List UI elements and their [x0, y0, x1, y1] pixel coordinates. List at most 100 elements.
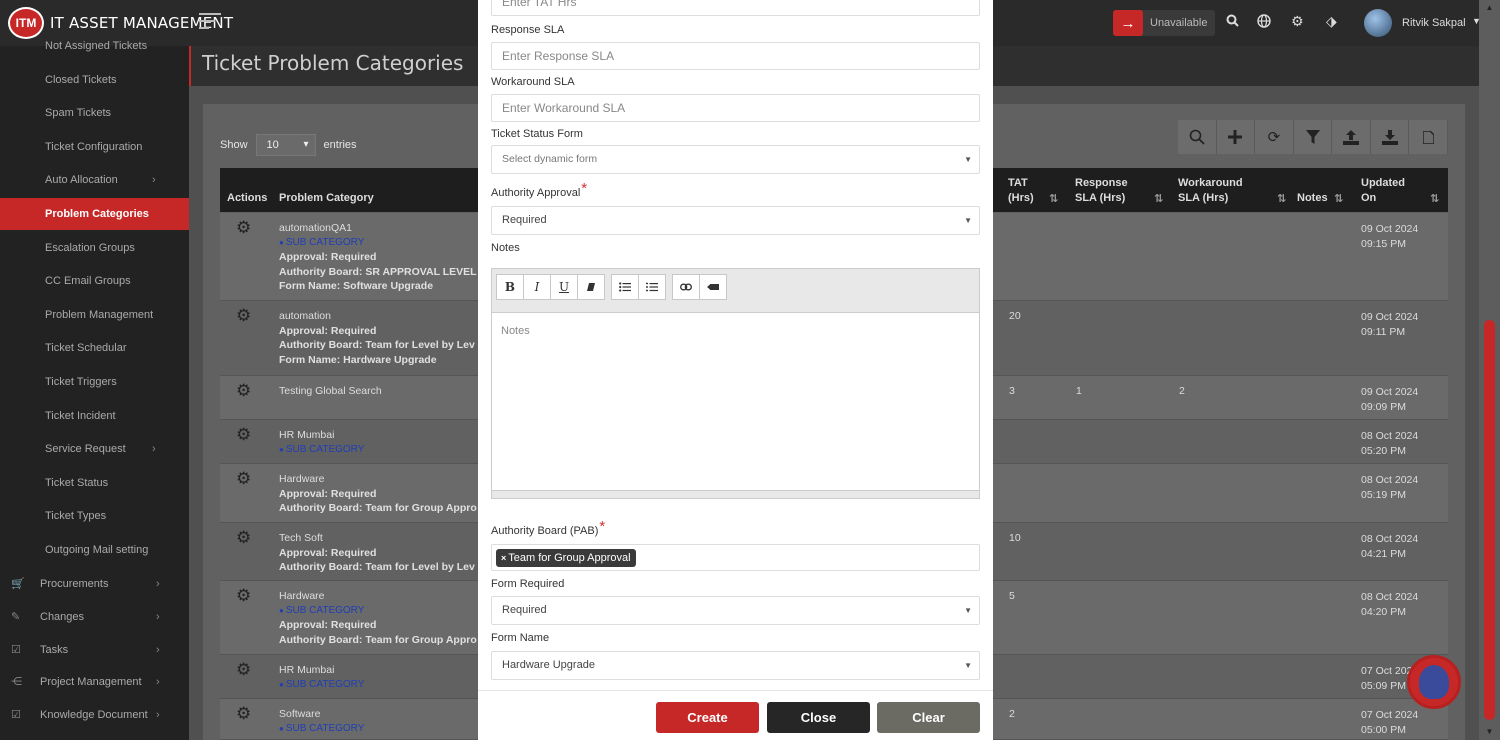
sidebar-item[interactable]: Ticket Triggers [0, 366, 189, 398]
sidebar-group[interactable]: 🛒 Procurements › [0, 568, 189, 600]
remove-tag-icon[interactable]: × [501, 553, 506, 563]
category-name[interactable]: Software [279, 707, 364, 722]
close-button[interactable]: Close [767, 702, 870, 733]
italic-button[interactable]: I [523, 274, 551, 300]
header-tat[interactable]: TAT [1008, 176, 1028, 190]
sidebar-item[interactable]: Spam Tickets [0, 97, 189, 129]
category-name[interactable]: Testing Global Search [279, 384, 382, 399]
header-updated-on[interactable]: Updated [1361, 176, 1405, 190]
sidebar-item[interactable]: Ticket Incident [0, 400, 189, 432]
search-icon[interactable] [1178, 120, 1217, 154]
sort-icon[interactable]: ⇅ [1430, 192, 1439, 205]
sidebar-group[interactable]: ⋲ Project Management › [0, 666, 189, 698]
search-icon[interactable] [1226, 14, 1239, 30]
category-name[interactable]: Tech Soft [279, 531, 475, 546]
page-scrollbar[interactable]: ▲ ▼ [1479, 0, 1500, 740]
video-icon[interactable] [699, 274, 727, 300]
bullet-list-icon[interactable] [611, 274, 639, 300]
sidebar-item[interactable]: Problem Categories [0, 198, 189, 230]
gear-icon[interactable]: ⚙ [236, 306, 251, 326]
chatbot-button[interactable] [1407, 655, 1461, 709]
editor-resize-bar[interactable] [492, 490, 979, 498]
upload-icon[interactable] [1332, 120, 1371, 154]
header-response-sla[interactable]: Response [1075, 176, 1128, 190]
sidebar-item[interactable]: Service Request › [0, 433, 189, 465]
form-required-select[interactable]: Required ▼ [491, 596, 980, 625]
numbered-list-icon[interactable] [638, 274, 666, 300]
tag-icon[interactable]: ⬗ [1326, 13, 1337, 30]
download-icon[interactable] [1370, 120, 1410, 154]
sidebar-item[interactable]: Outgoing Mail setting [0, 534, 189, 566]
authority-board-select[interactable]: × Team for Group Approval [491, 544, 980, 571]
sidebar-group[interactable]: ☑ Tasks › [0, 634, 189, 666]
sidebar-item[interactable]: Escalation Groups [0, 232, 189, 264]
document-icon[interactable] [1409, 120, 1449, 154]
sidebar-item[interactable]: Ticket Schedular [0, 332, 189, 364]
sidebar-item[interactable]: Problem Management [0, 299, 189, 331]
bold-button[interactable]: B [496, 274, 524, 300]
globe-icon[interactable] [1257, 14, 1271, 31]
problem-category-cell: automationQA1SUB CATEGORYApproval: Requi… [279, 221, 486, 294]
category-name[interactable]: automation [279, 309, 475, 324]
authority-approval-value: Required [502, 214, 547, 226]
gear-icon[interactable]: ⚙ [236, 218, 251, 238]
scroll-down-icon[interactable]: ▼ [1479, 724, 1500, 740]
eraser-icon[interactable] [577, 274, 605, 300]
header-notes[interactable]: Notes [1297, 191, 1328, 205]
sidebar-item[interactable]: Ticket Status [0, 467, 189, 499]
sidebar-item[interactable]: Ticket Configuration [0, 131, 189, 163]
authority-approval-select[interactable]: Required ▼ [491, 206, 980, 235]
create-button[interactable]: Create [656, 702, 759, 733]
underline-button[interactable]: U [550, 274, 578, 300]
category-name[interactable]: HR Mumbai [279, 428, 364, 443]
workaround-sla-input[interactable]: Enter Workaround SLA [491, 94, 980, 122]
scroll-thumb[interactable] [1484, 320, 1495, 720]
sort-icon[interactable]: ⇅ [1049, 192, 1058, 205]
filter-icon[interactable] [1293, 120, 1333, 154]
refresh-icon[interactable]: ⟳ [1255, 120, 1294, 154]
header-workaround-sla[interactable]: Workaround [1178, 176, 1243, 190]
category-name[interactable]: automationQA1 [279, 221, 486, 236]
sidebar-item[interactable]: Auto Allocation › [0, 164, 189, 196]
user-avatar[interactable] [1364, 9, 1392, 37]
category-name[interactable]: Hardware [279, 589, 477, 604]
sidebar-item-label: Not Assigned Tickets [45, 40, 148, 52]
availability-status-button[interactable]: → Unavailable [1113, 10, 1215, 36]
sidebar-item-label: Ticket Configuration [45, 140, 143, 153]
gear-icon[interactable]: ⚙ [1291, 13, 1304, 30]
category-name[interactable]: HR Mumbai [279, 663, 364, 678]
sidebar-group[interactable]: ✎ Changes › [0, 601, 189, 633]
gear-icon[interactable]: ⚙ [236, 586, 251, 606]
sort-icon[interactable]: ⇅ [1277, 192, 1286, 205]
gear-icon[interactable]: ⚙ [236, 704, 251, 724]
scroll-up-icon[interactable]: ▲ [1479, 0, 1500, 16]
plus-icon[interactable] [1216, 120, 1256, 154]
header-problem-category[interactable]: Problem Category [279, 191, 374, 205]
tat-hrs-input[interactable]: Enter TAT Hrs [491, 0, 980, 16]
sidebar-item[interactable]: CC Email Groups [0, 265, 189, 297]
sub-category-badge: SUB CATEGORY [279, 722, 365, 737]
clear-button[interactable]: Clear [877, 702, 980, 733]
response-sla-input[interactable]: Enter Response SLA [491, 42, 980, 70]
entries-select[interactable]: 10 [255, 134, 316, 156]
user-name[interactable]: Ritvik Sakpal [1402, 17, 1466, 29]
sidebar-group[interactable]: ☑ Knowledge Document › [0, 699, 189, 731]
gear-icon[interactable]: ⚙ [236, 425, 251, 445]
sort-icon[interactable]: ⇅ [1154, 192, 1163, 205]
sidebar-group-label: Project Management [40, 676, 142, 689]
sidebar-item[interactable]: Ticket Types [0, 500, 189, 532]
gear-icon[interactable]: ⚙ [236, 660, 251, 680]
link-icon[interactable] [672, 274, 700, 300]
gear-icon[interactable]: ⚙ [236, 469, 251, 489]
gear-icon[interactable]: ⚙ [236, 381, 251, 401]
header-tat-unit: (Hrs) [1008, 192, 1034, 204]
sidebar-item[interactable]: Closed Tickets [0, 64, 189, 96]
notes-editor-body[interactable]: Notes [492, 313, 979, 491]
ticket-status-form-select[interactable]: Select dynamic form ▼ [491, 145, 980, 174]
sidebar-item[interactable]: Not Assigned Tickets [0, 30, 189, 62]
gear-icon[interactable]: ⚙ [236, 528, 251, 548]
category-name[interactable]: Hardware [279, 472, 477, 487]
form-name-select[interactable]: Hardware Upgrade ▼ [491, 651, 980, 680]
menu-toggle-icon[interactable] [199, 13, 221, 31]
sort-icon[interactable]: ⇅ [1334, 192, 1343, 205]
